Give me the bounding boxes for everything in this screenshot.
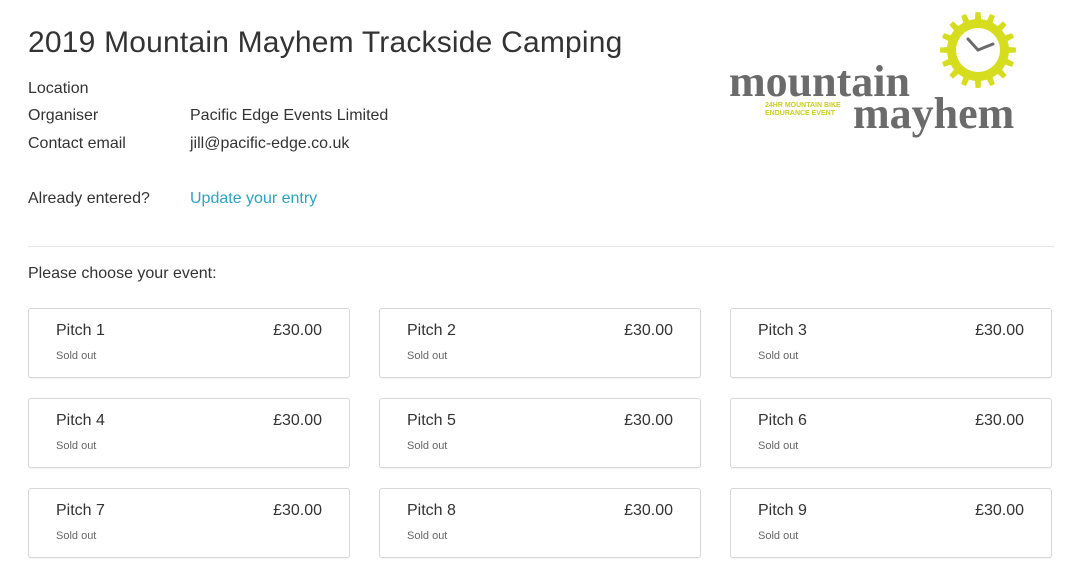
event-status: Sold out xyxy=(407,350,448,362)
event-card-pitch-4[interactable]: Pitch 4 £30.00 Sold out xyxy=(28,398,350,468)
organiser-label: Organiser xyxy=(28,107,99,124)
update-entry-link[interactable]: Update your entry xyxy=(190,190,317,208)
event-status: Sold out xyxy=(56,440,97,452)
event-name: Pitch 1 xyxy=(56,322,105,339)
logo-tagline-2: ENDURANCE EVENT xyxy=(765,110,836,117)
event-name: Pitch 9 xyxy=(758,502,807,519)
logo-word-mayhem: mayhem xyxy=(853,89,1014,138)
mountain-mayhem-logo: mountain mayhem 24HR MOUNTAIN BIKE ENDUR… xyxy=(725,8,1060,138)
event-name: Pitch 3 xyxy=(758,322,807,339)
location-label: Location xyxy=(28,80,89,97)
event-card-pitch-9[interactable]: Pitch 9 £30.00 Sold out xyxy=(730,488,1052,558)
event-price: £30.00 xyxy=(975,322,1024,339)
event-price: £30.00 xyxy=(273,502,322,519)
event-price: £30.00 xyxy=(624,412,673,429)
event-price: £30.00 xyxy=(624,502,673,519)
event-name: Pitch 8 xyxy=(407,502,456,519)
event-price: £30.00 xyxy=(273,322,322,339)
event-card-pitch-8[interactable]: Pitch 8 £30.00 Sold out xyxy=(379,488,701,558)
event-name: Pitch 4 xyxy=(56,412,105,429)
already-entered-label: Already entered? xyxy=(28,190,150,207)
event-status: Sold out xyxy=(407,440,448,452)
logo-tagline-1: 24HR MOUNTAIN BIKE xyxy=(765,102,841,109)
event-price: £30.00 xyxy=(624,322,673,339)
event-price: £30.00 xyxy=(273,412,322,429)
event-name: Pitch 7 xyxy=(56,502,105,519)
page-title: 2019 Mountain Mayhem Trackside Camping xyxy=(28,26,623,59)
event-status: Sold out xyxy=(758,530,799,542)
event-price: £30.00 xyxy=(975,502,1024,519)
clock-gear-icon xyxy=(940,12,1016,88)
event-status: Sold out xyxy=(56,350,97,362)
event-card-pitch-2[interactable]: Pitch 2 £30.00 Sold out xyxy=(379,308,701,378)
event-name: Pitch 6 xyxy=(758,412,807,429)
event-name: Pitch 2 xyxy=(407,322,456,339)
event-name: Pitch 5 xyxy=(407,412,456,429)
event-price: £30.00 xyxy=(975,412,1024,429)
event-card-pitch-3[interactable]: Pitch 3 £30.00 Sold out xyxy=(730,308,1052,378)
event-page: 2019 Mountain Mayhem Trackside Camping L… xyxy=(0,0,1073,569)
event-status: Sold out xyxy=(758,440,799,452)
section-divider xyxy=(28,246,1054,247)
contact-email: jill@pacific-edge.co.uk xyxy=(190,135,350,152)
logo-graphic: mountain mayhem 24HR MOUNTAIN BIKE ENDUR… xyxy=(729,12,1016,138)
contact-label: Contact email xyxy=(28,135,126,152)
event-card-pitch-1[interactable]: Pitch 1 £30.00 Sold out xyxy=(28,308,350,378)
organiser-value: Pacific Edge Events Limited xyxy=(190,107,389,124)
event-card-pitch-7[interactable]: Pitch 7 £30.00 Sold out xyxy=(28,488,350,558)
choose-event-prompt: Please choose your event: xyxy=(28,265,217,282)
event-card-pitch-5[interactable]: Pitch 5 £30.00 Sold out xyxy=(379,398,701,468)
event-status: Sold out xyxy=(758,350,799,362)
event-card-pitch-6[interactable]: Pitch 6 £30.00 Sold out xyxy=(730,398,1052,468)
event-status: Sold out xyxy=(407,530,448,542)
event-status: Sold out xyxy=(56,530,97,542)
